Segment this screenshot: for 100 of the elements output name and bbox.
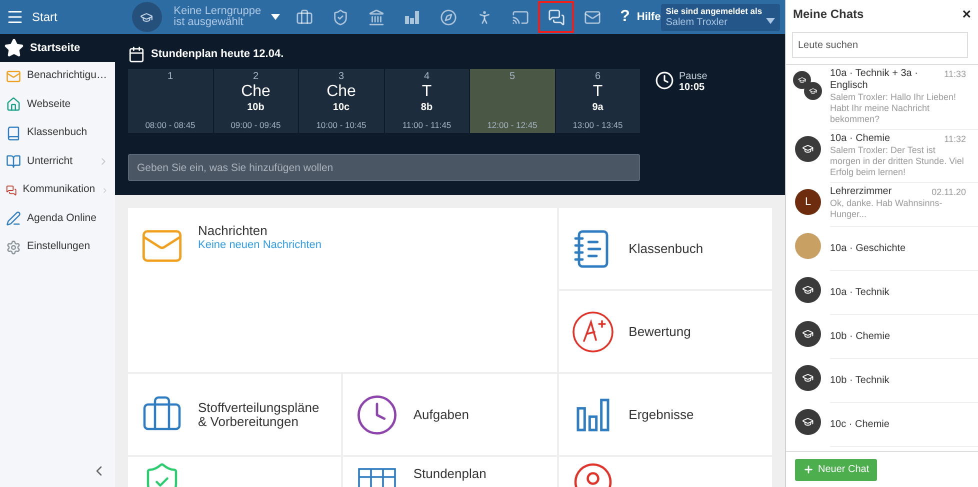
calendar-icon [128, 46, 145, 63]
tile-label: Stoffverteilungspläne & Vorbereitungen [198, 400, 320, 428]
sidebar-item[interactable]: Webseite [0, 90, 115, 119]
dashboard-tile[interactable]: Stoffverteilungspläne & Vorbereitungen [128, 374, 342, 455]
chat-item[interactable]: 10a · Technik + 3a · Englisch 11:33 Salem Troxler: Hallo Ihr Lieben! Habt Ihr meine Nachricht bekommen? [786, 65, 978, 130]
envelope-icon [6, 68, 21, 84]
lesson-cell[interactable]: 6 T 9a 13:00 - 13:45 [556, 69, 640, 133]
lesson-time: 13:00 - 13:45 [572, 120, 623, 130]
toolbar-button[interactable] [538, 1, 574, 33]
chat-item[interactable]: L Lehrerzimmer 02.11.20 Ok, danke. Hab Wahnsinns-Hunger... [786, 183, 978, 227]
account-menu[interactable]: Sie sind angemeldet als Salem Troxler [660, 4, 780, 30]
tile-label: Stundenplan [413, 467, 486, 481]
chat-item[interactable]: 10a · Chemie 11:32 Salem Troxler: Der Test ist morgen in der dritten Stunde. Viel Erfolg beim lernen! [786, 130, 978, 183]
gear-icon [6, 240, 21, 255]
lesson-time: 08:00 - 08:45 [145, 120, 196, 130]
lesson-class: 10c [332, 101, 350, 114]
sidebar-item[interactable]: Einstellungen [0, 233, 115, 262]
lesson-time: 12:00 - 12:45 [487, 120, 538, 130]
menu-icon[interactable] [6, 8, 24, 26]
timetable-title: Stundenplan heute 12.04. [151, 47, 284, 62]
lesson-subject: T [422, 83, 432, 101]
lesson-cell[interactable]: 5 12:00 - 12:45 [470, 69, 554, 133]
add-input-field[interactable]: Geben Sie ein, was Sie hinzufügen wollen [128, 154, 640, 181]
dashboard-tile[interactable]: Stundenplan [343, 457, 557, 487]
cast-icon [512, 8, 529, 26]
lesson-cell[interactable]: 4 T 8b 11:00 - 11:45 [384, 69, 469, 133]
home-item[interactable]: Startseite [0, 34, 115, 62]
chat-item[interactable]: 10b · Technik [786, 359, 978, 403]
star-icon [4, 38, 24, 58]
grade-icon [572, 310, 614, 352]
lesson-time: 09:00 - 09:45 [230, 120, 281, 130]
lesson-cell[interactable]: 3 Che 10c 10:00 - 10:45 [299, 69, 384, 133]
open-book-icon [6, 154, 21, 170]
dashboard-tile[interactable]: Nachrichten Keine neuen Nachrichten [128, 208, 557, 372]
chat-panel-title: Meine Chats [793, 6, 864, 23]
lesson-subject: Che [241, 83, 270, 101]
dashboard-tile[interactable]: Klassenbuch [558, 208, 772, 289]
chat-item[interactable]: 10a · Geschichte [786, 227, 978, 271]
chat-title: 10b · Chemie [830, 330, 890, 342]
chat-item[interactable]: 10b · Chemie [786, 315, 978, 359]
pen-icon [6, 211, 21, 226]
chat-time: 11:32 [944, 133, 966, 145]
lesson-class: 10b [247, 101, 264, 114]
caret-icon [271, 14, 280, 20]
chat-title: 10b · Technik [830, 374, 890, 386]
chat-item[interactable]: 10c · Chemie [786, 403, 978, 447]
sidebar-item[interactable]: Unterricht [0, 148, 115, 176]
lesson-time: 10:00 - 10:45 [316, 120, 366, 130]
dashboard-tile[interactable]: Aufgaben [343, 374, 557, 455]
house-icon [6, 97, 21, 112]
pause-time: 10:05 [679, 82, 706, 93]
people-search-field[interactable]: Leute suchen [792, 32, 968, 58]
lesson-class: 9a [592, 101, 604, 114]
sidebar-item[interactable]: Benachrichtigu… [0, 62, 115, 90]
close-button[interactable]: × [962, 6, 971, 22]
chat-item[interactable]: 10a · Technik [786, 271, 978, 315]
briefcase-icon [296, 8, 313, 26]
sidebar-item[interactable]: Agenda Online [0, 204, 115, 233]
cap-icon [808, 86, 818, 96]
period-number: 2 [252, 71, 259, 83]
lesson-cell[interactable]: 1 08:00 - 08:45 [128, 69, 212, 133]
chat-title: 10a · Geschichte [830, 242, 906, 254]
cap-icon [802, 143, 814, 155]
sidebar-item[interactable]: Kommunikation [0, 176, 115, 204]
lesson-cell[interactable]: 2 Che 10b 09:00 - 09:45 [214, 69, 298, 133]
cap-icon [802, 372, 814, 384]
app-title: Start [32, 9, 58, 26]
tile-label: Klassenbuch [628, 242, 704, 256]
chat-preview: Salem Troxler: Der Test ist morgen in der dritten Stunde. Viel Erfolg beim lernen! [830, 145, 965, 178]
chat-title: 10a · Technik [830, 286, 890, 298]
period-number: 5 [509, 71, 516, 83]
chat-title: Lehrerzimmer [830, 186, 892, 198]
dashboard-tile[interactable]: Bewertung [558, 291, 772, 372]
chat-time: 11:33 [944, 68, 966, 81]
tile-label: Bewertung [628, 324, 691, 338]
lesson-subject: Che [326, 83, 356, 101]
letter-avatar: L [795, 189, 821, 215]
clock-icon [655, 71, 674, 90]
bar-chart-icon [404, 9, 420, 25]
chat-title: 10a · Technik + 3a · Englisch [830, 68, 919, 92]
photo-placeholder [795, 233, 821, 259]
period-number: 1 [167, 71, 174, 83]
lesson-subject: T [592, 83, 603, 101]
sidebar-item[interactable]: Klassenbuch [0, 119, 115, 148]
chat-icon [548, 8, 565, 26]
chat-time: 02.11.20 [932, 186, 966, 198]
dashboard-tile[interactable]: Ergebnisse [558, 374, 772, 455]
lesson-time: 11:00 - 11:45 [402, 120, 452, 130]
caret-icon [766, 18, 775, 24]
lesson-class: 8b [420, 101, 433, 114]
cap-icon [798, 76, 806, 84]
mail-icon [584, 8, 601, 26]
help-button[interactable]: ? Hilfe [620, 5, 661, 29]
chat-icon [6, 182, 17, 198]
chat-title: 10a · Chemie [830, 133, 890, 145]
period-number: 4 [424, 71, 430, 83]
cap-icon [802, 284, 814, 296]
chat-preview: Ok, danke. Hab Wahnsinns-Hunger... [830, 198, 944, 220]
cap-icon [802, 328, 814, 340]
period-number: 3 [338, 71, 344, 83]
